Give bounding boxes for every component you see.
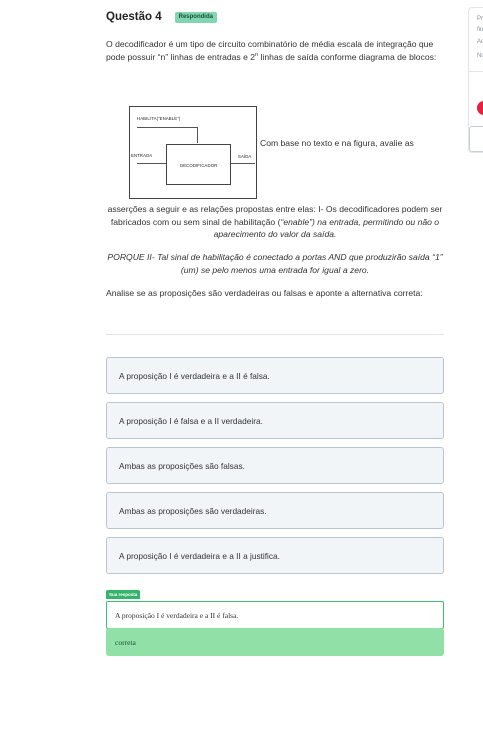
option-d[interactable]: Ambas as proposições são verdadeiras.: [106, 492, 444, 529]
question-4: Questão 4 Respondida O decodificador é u…: [106, 10, 444, 298]
input-arrow-line: [137, 163, 166, 164]
your-answer-tag: Sua resposta: [106, 590, 141, 599]
diagram-enable-label: HABILITA(“ENABLE”): [137, 116, 181, 121]
answer-options: A proposição I é verdadeira e a II é fal…: [106, 357, 444, 582]
side-panel-line-2: fin: [477, 27, 483, 33]
side-panel-divider: [469, 71, 483, 72]
diagram-input-label: ENTRADA: [131, 153, 153, 158]
side-panel-line-3: Ac: [477, 39, 483, 45]
option-b[interactable]: A proposição I é falsa e a II verdadeira…: [106, 402, 444, 439]
option-a[interactable]: A proposição I é verdadeira e a II é fal…: [106, 357, 444, 394]
side-panel-button[interactable]: [469, 126, 483, 152]
enable-line: [137, 127, 198, 128]
option-c[interactable]: Ambas as proposições são falsas.: [106, 447, 444, 484]
question-header: Questão 4 Respondida: [106, 10, 444, 24]
your-answer-text: A proposição I é verdadeira e a II é fal…: [106, 601, 444, 629]
decoder-block-diagram: HABILITA(“ENABLE”) ENTRADA DECODIFICADOR…: [129, 106, 257, 199]
feedback-correct: correta: [106, 628, 444, 656]
your-answer: Sua resposta A proposição I é verdadeira…: [106, 583, 444, 629]
question-porque: PORQUE II- Tal sinal de habilitação é co…: [107, 252, 443, 275]
output-arrow-line: [231, 163, 255, 164]
side-panel: Pr fin Ac No: [468, 7, 483, 153]
question-title: Questão 4: [106, 11, 162, 23]
diagram-output-label: SAÍDA: [238, 154, 252, 159]
figure-caption: Com base no texto e na figura, avalie as: [260, 138, 414, 148]
enable-arrow-line: [197, 127, 198, 143]
question-instruction: Analise se as proposições são verdadeira…: [106, 288, 423, 298]
side-panel-line-4: No: [477, 53, 483, 59]
question-body: asserções a seguir e as relações propost…: [106, 203, 444, 241]
notification-dot[interactable]: [477, 101, 483, 115]
option-e[interactable]: A proposição I é verdadeira e a II a jus…: [106, 537, 444, 574]
diagram-block-label: DECODIFICADOR: [180, 163, 218, 168]
side-panel-line-1: Pr: [477, 16, 483, 22]
question-intro: O decodificador é um tipo de circuito co…: [106, 38, 444, 63]
question-intro-text-end: linhas de saída conforme diagrama de blo…: [258, 51, 437, 62]
divider: [106, 334, 444, 335]
status-badge: Respondida: [174, 11, 217, 23]
